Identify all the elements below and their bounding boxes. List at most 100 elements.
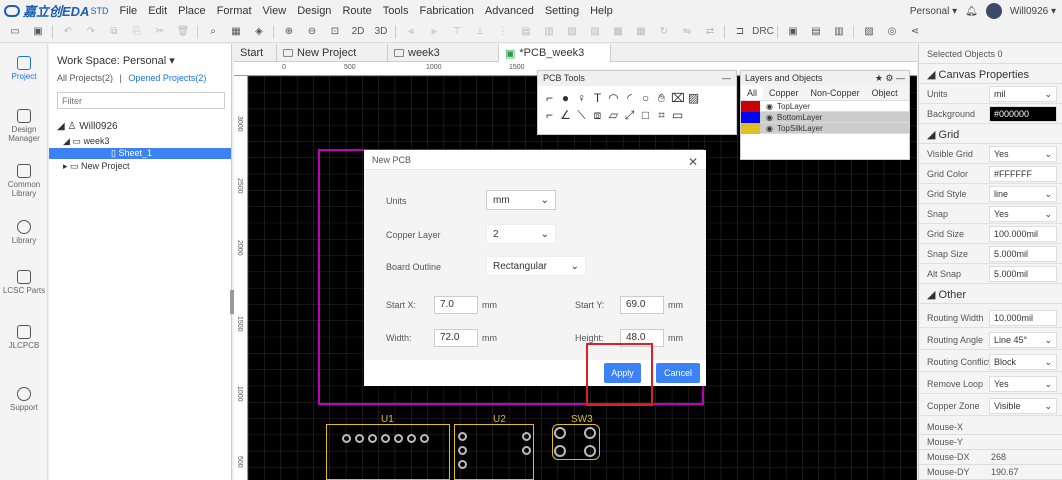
tree-item-week3[interactable]: ◢ ▭ week3 bbox=[63, 136, 109, 147]
unlock-icon[interactable]: ▨ bbox=[587, 25, 603, 39]
sidebar-item-design-manager[interactable]: Design Manager bbox=[0, 109, 48, 143]
probe-tool-icon[interactable]: ⤢ bbox=[623, 109, 636, 122]
track-tool-icon[interactable]: ⌐ bbox=[543, 92, 556, 105]
layer-tab-all[interactable]: All bbox=[741, 85, 764, 100]
cancel-button[interactable]: Cancel bbox=[656, 363, 700, 383]
zoom-in-icon[interactable]: ⊕ bbox=[281, 25, 297, 39]
pad-tool-icon[interactable]: ● bbox=[559, 92, 572, 105]
user-dropdown[interactable]: Will0926 ▾ bbox=[1010, 6, 1056, 17]
solid-region-tool-icon[interactable]: ▱ bbox=[607, 109, 620, 122]
all-projects-link[interactable]: All Projects(2) bbox=[57, 73, 113, 83]
layer-tab-non-copper[interactable]: Non-Copper bbox=[805, 85, 866, 100]
bring-front-icon[interactable]: ▩ bbox=[610, 25, 626, 39]
menu-view[interactable]: View bbox=[263, 5, 287, 17]
layer-row-bottomlayer[interactable]: ◉ BottomLayer bbox=[741, 111, 909, 123]
lock-icon[interactable]: ▧ bbox=[564, 25, 580, 39]
drc-icon[interactable]: ⊐ bbox=[732, 25, 748, 39]
layer-tab-copper[interactable]: Copper bbox=[763, 85, 805, 100]
sidebar-item-library[interactable]: Library bbox=[0, 220, 48, 245]
sidebar-item-jlcpcb[interactable]: JLCPCB bbox=[0, 325, 48, 350]
workspace-selector[interactable]: Work Space: Personal ▾ bbox=[57, 54, 175, 67]
keepout-tool-icon[interactable]: ▭ bbox=[671, 109, 684, 122]
width-input[interactable]: 72.0 bbox=[434, 329, 478, 347]
filter-input[interactable] bbox=[57, 92, 225, 109]
pin-icon[interactable]: ★ bbox=[875, 73, 883, 83]
eye-icon[interactable]: ◉ bbox=[766, 102, 773, 111]
close-icon[interactable]: ✕ bbox=[688, 155, 698, 169]
tab-start[interactable]: Start bbox=[234, 44, 277, 62]
share-icon[interactable]: ⋖ bbox=[907, 25, 923, 39]
paste-icon[interactable]: ⎘ bbox=[129, 25, 145, 39]
send-back-icon[interactable]: ▦ bbox=[633, 25, 649, 39]
menu-route[interactable]: Route bbox=[342, 5, 371, 17]
menu-fabrication[interactable]: Fabrication bbox=[419, 5, 473, 17]
minimize-icon[interactable]: — bbox=[722, 73, 731, 84]
sidebar-item-common-library[interactable]: Common Library bbox=[0, 164, 48, 198]
opened-projects-link[interactable]: Opened Projects(2) bbox=[128, 73, 206, 83]
sidebar-item-project[interactable]: Project bbox=[0, 56, 48, 81]
image-icon[interactable]: ▨ bbox=[861, 25, 877, 39]
section-canvas-properties[interactable]: ◢ Canvas Properties bbox=[919, 64, 1062, 84]
tab-week3[interactable]: week3 bbox=[388, 44, 499, 62]
drc-label-icon[interactable]: DRC bbox=[752, 25, 774, 39]
copper-layer-select[interactable]: 2 ⌄ bbox=[486, 224, 556, 244]
layers-icon[interactable]: ◎ bbox=[884, 25, 900, 39]
menu-tools[interactable]: Tools bbox=[383, 5, 409, 17]
eye-icon[interactable]: ◉ bbox=[766, 124, 773, 133]
align-left-icon[interactable]: ⫷ bbox=[403, 25, 419, 39]
routing-conflict-select[interactable]: Block ⌄ bbox=[989, 354, 1057, 370]
pan-tool-icon[interactable]: ✋︎ bbox=[655, 92, 668, 105]
component-u1[interactable] bbox=[326, 424, 450, 480]
grid-color-input[interactable]: #FFFFFF bbox=[989, 166, 1057, 182]
image-tool-icon[interactable]: ▨ bbox=[687, 92, 700, 105]
menu-setting[interactable]: Setting bbox=[545, 5, 579, 17]
circle-tool-icon[interactable]: ○ bbox=[639, 92, 652, 105]
app-logo[interactable]: 嘉立创EDA STD bbox=[4, 1, 108, 20]
units-select[interactable]: mil ⌄ bbox=[989, 86, 1057, 102]
snap-select[interactable]: Yes ⌄ bbox=[989, 206, 1057, 222]
align-top-icon[interactable]: ⊤ bbox=[449, 25, 465, 39]
tab-new-project[interactable]: New Project bbox=[277, 44, 388, 62]
tree-item-user[interactable]: ◢ ♙ Will0926 bbox=[57, 121, 118, 132]
personal-dropdown[interactable]: Personal ▾ bbox=[910, 6, 957, 17]
find-icon[interactable]: ⌕ bbox=[205, 25, 221, 39]
snap-size-input[interactable]: 5.000mil bbox=[989, 246, 1057, 262]
cross-tool-icon[interactable]: ⌧ bbox=[671, 92, 685, 105]
view-3d-icon[interactable]: 3D bbox=[373, 25, 389, 39]
minimize-icon[interactable]: — bbox=[896, 73, 905, 83]
start-y-input[interactable]: 69.0 bbox=[620, 296, 664, 314]
layer-color-swatch[interactable] bbox=[741, 111, 760, 123]
copper-area-tool-icon[interactable]: ⧈ bbox=[591, 109, 604, 122]
units-select[interactable]: mm ⌄ bbox=[486, 190, 556, 210]
sidebar-item-lcsc-parts[interactable]: LCSC Parts bbox=[0, 270, 48, 295]
menu-format[interactable]: Format bbox=[217, 5, 252, 17]
section-other[interactable]: ◢ Other bbox=[919, 284, 1062, 304]
bell-icon[interactable]: 🔔︎ bbox=[965, 6, 978, 17]
layers-header[interactable]: Layers and Objects ★ ⚙ — bbox=[741, 71, 909, 85]
save-icon[interactable]: ▣ bbox=[30, 25, 46, 39]
menu-design[interactable]: Design bbox=[297, 5, 331, 17]
menu-place[interactable]: Place bbox=[178, 5, 206, 17]
routing-width-input[interactable]: 10.000mil bbox=[989, 310, 1057, 326]
dimension-tool-icon[interactable]: ∠ bbox=[559, 109, 572, 122]
menu-advanced[interactable]: Advanced bbox=[485, 5, 534, 17]
copy-icon[interactable]: ⧉ bbox=[106, 25, 122, 39]
board-outline-select[interactable]: Rectangular ⌄ bbox=[486, 256, 586, 276]
routing-angle-select[interactable]: Line 45° ⌄ bbox=[989, 332, 1057, 348]
mirror-icon[interactable]: ⇄ bbox=[702, 25, 718, 39]
arc-tool-icon[interactable]: ◠ bbox=[607, 92, 620, 105]
tree-item-sheet[interactable]: ▯ Sheet_1 bbox=[49, 148, 231, 159]
view-2d-icon[interactable]: 2D bbox=[350, 25, 366, 39]
background-color-input[interactable]: #000000 bbox=[989, 106, 1057, 122]
menu-edit[interactable]: Edit bbox=[148, 5, 167, 17]
tree-item-new-project[interactable]: ▸ ▭ New Project bbox=[63, 161, 130, 172]
eraser-icon[interactable]: ◈ bbox=[251, 25, 267, 39]
sidebar-item-support[interactable]: Support bbox=[0, 387, 48, 412]
pcb-icon[interactable]: ▥ bbox=[831, 25, 847, 39]
layer-stack-icon[interactable]: ▤ bbox=[808, 25, 824, 39]
align-bottom-icon[interactable]: ⊥ bbox=[472, 25, 488, 39]
visible-grid-select[interactable]: Yes ⌄ bbox=[989, 146, 1057, 162]
align-right-icon[interactable]: ⫸ bbox=[426, 25, 442, 39]
menu-file[interactable]: File bbox=[119, 5, 137, 17]
delete-icon[interactable]: 🗑︎ bbox=[175, 25, 191, 39]
